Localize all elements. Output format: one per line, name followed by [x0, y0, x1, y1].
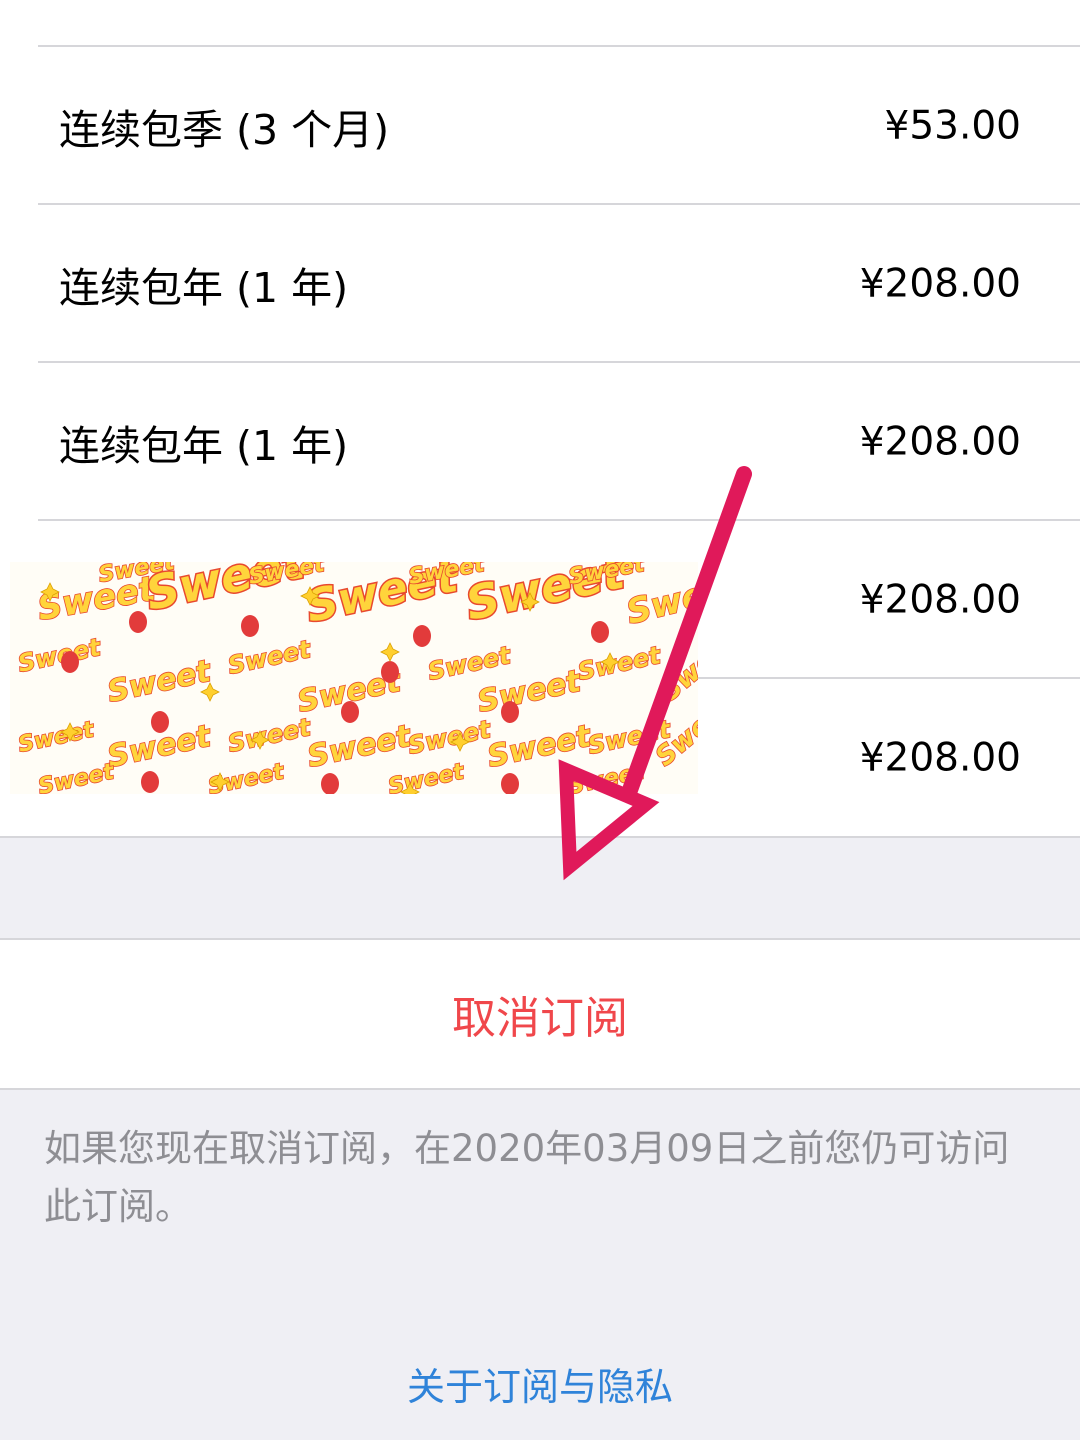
- sweet-sticker-text: Sweet: [575, 641, 664, 686]
- sweet-sticker-text: Sweet: [304, 719, 415, 775]
- plan-label: 连续包年 (1 年): [59, 264, 349, 312]
- strawberry-icon: [341, 701, 359, 723]
- cancel-subscription-label: 取消订阅: [452, 993, 628, 1044]
- sweet-sticker-overlay: Sweet Sweet Sweet Sweet Sweet Sweet Sweet Sweet…: [10, 562, 698, 794]
- strawberry-icon: [141, 771, 159, 793]
- sweet-pattern-image: SweetSweetSweet SweetSweetSweet Sweet Sweet…: [15, 562, 698, 794]
- sweet-sticker-text: Sweet: [225, 635, 314, 680]
- cancel-note: 如果您现在取消订阅，在2020年03月09日之前您仍可访问此订阅。: [44, 1127, 1010, 1228]
- cancel-subscription-button[interactable]: 取消订阅: [0, 938, 1080, 1090]
- sweet-sticker-text: Sweet: [225, 713, 314, 758]
- strawberry-icon: [501, 773, 519, 794]
- plan-price: ¥208.00: [859, 419, 1021, 465]
- sweet-sticker-text: Sweet: [15, 633, 104, 678]
- footer: 如果您现在取消订阅，在2020年03月09日之前您仍可访问此订阅。 关于订阅与隐…: [0, 1090, 1080, 1440]
- sweet-sticker-text: Sweet: [386, 759, 468, 794]
- privacy-link[interactable]: 关于订阅与隐私: [0, 1356, 1080, 1411]
- plan-price: ¥208.00: [859, 261, 1021, 307]
- plan-row-yearly[interactable]: 连续包年 (1 年) ¥208.00: [0, 363, 1080, 521]
- plan-row-quarterly[interactable]: 连续包季 (3 个月) ¥53.00: [0, 47, 1080, 205]
- strawberry-icon: [241, 615, 259, 637]
- strawberry-icon: [591, 621, 609, 643]
- strawberry-icon: [501, 701, 519, 723]
- subscription-screen: 连续包季 (3 个月) ¥53.00 连续包年 (1 年) ¥208.00 连续…: [0, 0, 1080, 1440]
- section-gap: [0, 838, 1080, 938]
- strawberry-icon: [381, 661, 399, 683]
- strawberry-icon: [129, 611, 147, 633]
- strawberry-icon: [413, 625, 431, 647]
- sweet-sticker-text: Sweet: [36, 759, 118, 794]
- plan-price: ¥53.00: [884, 103, 1021, 149]
- strawberry-icon: [151, 711, 169, 733]
- plan-price: ¥208.00: [859, 577, 1021, 623]
- plan-label: 连续包年 (1 年): [59, 422, 349, 470]
- strawberry-icon: [61, 651, 79, 673]
- sparkle-icon: [380, 642, 400, 662]
- strawberry-icon: [321, 773, 339, 794]
- sweet-sticker-text: Sweet: [566, 759, 648, 794]
- plan-label: 连续包季 (3 个月): [59, 106, 390, 154]
- plan-row-yearly[interactable]: 连续包年 (1 年) ¥208.00: [0, 205, 1080, 363]
- sweet-sticker-text: Sweet: [104, 654, 215, 710]
- plan-price: ¥208.00: [859, 735, 1021, 781]
- sweet-sticker-text: Sweet: [405, 715, 494, 760]
- sweet-sticker-text: Sweet: [484, 719, 595, 775]
- sweet-sticker-text: Sweet: [16, 717, 98, 758]
